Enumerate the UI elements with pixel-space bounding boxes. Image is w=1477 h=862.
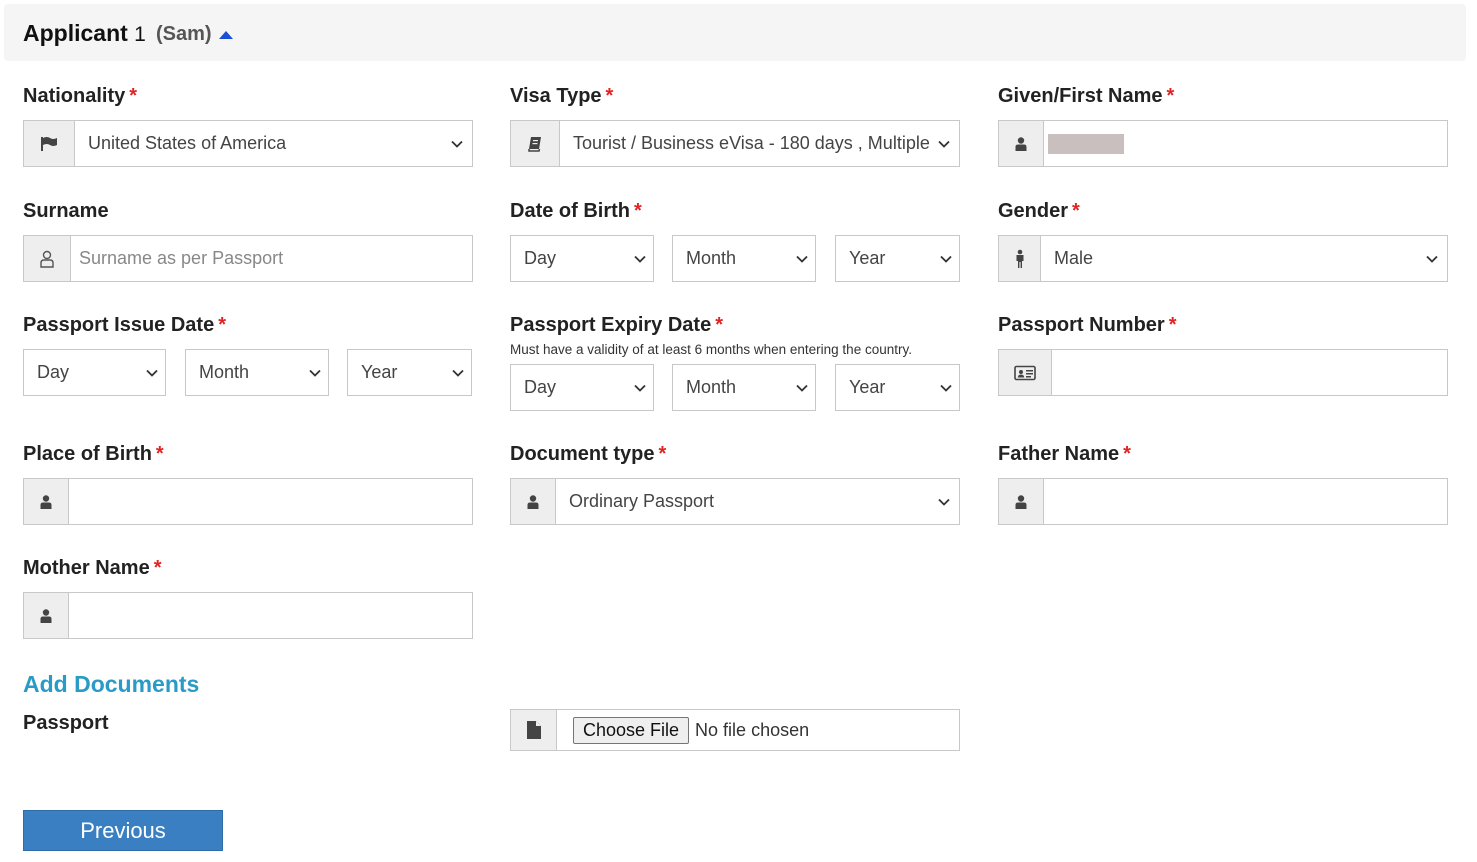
choose-file-button[interactable]: Choose File	[573, 716, 690, 744]
passport-issue-label: Passport Issue Date *	[23, 314, 226, 336]
chevron-down-icon	[937, 137, 951, 151]
expiry-month-select[interactable]: Month	[672, 364, 816, 411]
place-of-birth-input[interactable]	[23, 478, 473, 525]
chevron-down-icon	[1425, 252, 1439, 266]
document-type-value: Ordinary Passport	[569, 491, 715, 511]
visa-type-label: Visa Type *	[510, 85, 614, 107]
father-name-label: Father Name *	[998, 443, 1131, 465]
flag-icon	[24, 121, 75, 166]
gender-select[interactable]: Male	[998, 235, 1448, 282]
no-file-text: No file chosen	[695, 719, 810, 740]
passport-number-input[interactable]	[998, 349, 1448, 396]
nationality-value: United States of America	[88, 133, 287, 153]
dob-year-select[interactable]: Year	[835, 235, 960, 282]
mother-name-label: Mother Name *	[23, 557, 162, 579]
dob-label: Date of Birth *	[510, 200, 642, 222]
chevron-down-icon	[795, 252, 809, 266]
surname-placeholder: Surname as per Passport	[79, 248, 284, 268]
issue-month-select[interactable]: Month	[185, 349, 329, 396]
passport-expiry-note: Must have a validity of at least 6 month…	[510, 342, 912, 357]
gender-value: Male	[1054, 248, 1094, 268]
visa-type-value: Tourist / Business eVisa - 180 days , Mu…	[573, 133, 930, 153]
nationality-label: Nationality *	[23, 85, 138, 107]
document-type-select[interactable]: Ordinary Passport	[510, 478, 960, 525]
id-card-icon	[999, 350, 1052, 395]
chevron-down-icon	[939, 381, 953, 395]
chevron-down-icon	[795, 381, 809, 395]
place-of-birth-label: Place of Birth *	[23, 443, 164, 465]
chevron-down-icon	[939, 252, 953, 266]
dob-day-select[interactable]: Day	[510, 235, 654, 282]
issue-day-select[interactable]: Day	[23, 349, 166, 396]
file-icon	[511, 710, 557, 750]
add-documents-heading: Add Documents	[23, 671, 200, 697]
previous-button[interactable]: Previous	[23, 810, 223, 851]
document-type-label: Document type *	[510, 443, 667, 465]
mother-name-input[interactable]	[23, 592, 473, 639]
chevron-down-icon	[633, 252, 647, 266]
father-name-input[interactable]	[998, 478, 1448, 525]
male-icon	[999, 236, 1041, 281]
given-name-input[interactable]	[998, 120, 1448, 167]
applicant-header[interactable]: Applicant 1 (Sam)	[4, 4, 1466, 61]
visa-type-select[interactable]: Tourist / Business eVisa - 180 days , Mu…	[510, 120, 960, 167]
user-outline-icon	[24, 236, 71, 281]
redacted-value	[1048, 133, 1124, 154]
caret-up-icon[interactable]	[219, 31, 233, 39]
dob-month-select[interactable]: Month	[672, 235, 816, 282]
gender-label: Gender *	[998, 200, 1080, 222]
passport-upload-label: Passport	[23, 712, 109, 734]
chevron-down-icon	[145, 366, 159, 380]
surname-input[interactable]: Surname as per Passport	[23, 235, 473, 282]
user-icon	[24, 479, 69, 524]
passport-file-input[interactable]: Choose File No file chosen	[510, 709, 960, 751]
user-icon	[511, 479, 556, 524]
nationality-select[interactable]: United States of America	[23, 120, 473, 167]
chevron-down-icon	[937, 495, 951, 509]
user-icon	[999, 479, 1044, 524]
given-name-label: Given/First Name *	[998, 85, 1175, 107]
passport-expiry-label: Passport Expiry Date *	[510, 314, 723, 336]
issue-year-select[interactable]: Year	[347, 349, 472, 396]
applicant-title: Applicant 1	[23, 20, 146, 46]
chevron-down-icon	[308, 366, 322, 380]
chevron-down-icon	[450, 137, 464, 151]
book-icon	[511, 121, 560, 166]
expiry-year-select[interactable]: Year	[835, 364, 960, 411]
user-icon	[999, 121, 1044, 166]
applicant-name: (Sam)	[156, 23, 212, 45]
surname-label: Surname	[23, 200, 109, 222]
chevron-down-icon	[451, 366, 465, 380]
passport-number-label: Passport Number *	[998, 314, 1177, 336]
expiry-day-select[interactable]: Day	[510, 364, 654, 411]
chevron-down-icon	[633, 381, 647, 395]
user-icon	[24, 593, 69, 638]
